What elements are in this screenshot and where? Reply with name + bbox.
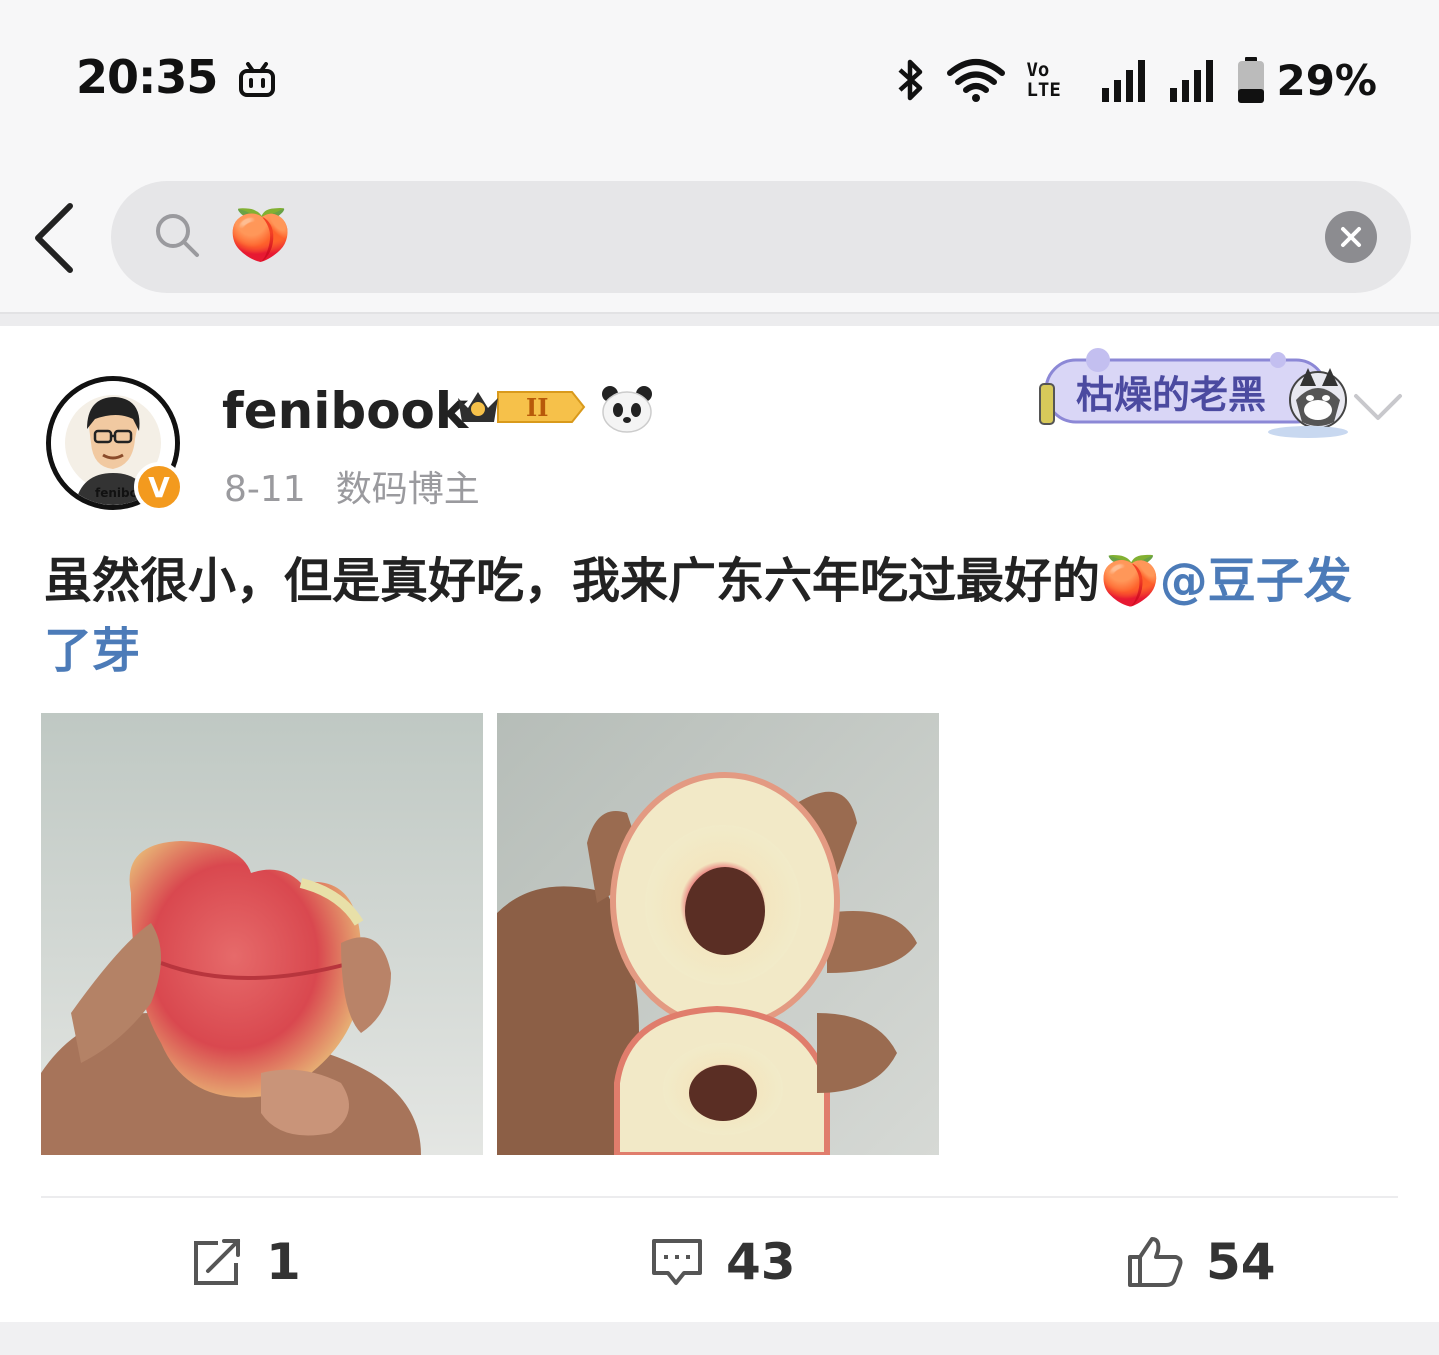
repost-count: 1 [266, 1233, 301, 1291]
back-button[interactable] [28, 200, 84, 276]
search-icon [153, 211, 201, 263]
sticker-badge[interactable]: 枯燥的老黑 [1038, 346, 1350, 442]
status-bar: 20:35 Vo LTE 29% [0, 0, 1439, 160]
battery-icon [1238, 57, 1265, 103]
username[interactable]: fenibook [222, 382, 468, 440]
search-header: 🍑 [0, 160, 1439, 312]
repost-icon [194, 1239, 240, 1285]
wifi-icon [947, 59, 1006, 102]
chevron-left-icon [35, 203, 73, 273]
comment-count: 43 [726, 1233, 796, 1291]
thumbs-up-icon [1128, 1237, 1183, 1287]
post-meta: 8-11 数码博主 [224, 460, 480, 512]
actions-divider [41, 1196, 1398, 1198]
status-icons: Vo LTE 29% [896, 52, 1377, 108]
close-icon [1341, 227, 1361, 247]
post-image-2[interactable] [497, 713, 939, 1155]
user-role: 数码博主 [335, 469, 480, 510]
level-badge-text: II [526, 393, 548, 422]
bluetooth-icon [898, 59, 923, 101]
comment-icon [652, 1239, 702, 1285]
sticker-label: 枯燥的老黑 [1076, 373, 1267, 417]
volte-label: Vo LTE [1026, 59, 1061, 101]
verified-badge: V [134, 462, 184, 512]
clear-search-button[interactable] [1325, 211, 1377, 263]
clock-time: 20:35 [76, 50, 218, 104]
search-query-text: 🍑 [229, 206, 292, 264]
repost-button[interactable]: 1 [190, 1230, 301, 1294]
like-count: 54 [1206, 1233, 1276, 1291]
search-input[interactable]: 🍑 [111, 181, 1411, 293]
post-card[interactable]: fenibook V fenibook II 8-11 数码博主 枯燥的老黑 虽… [0, 326, 1439, 1322]
post-image-1[interactable] [41, 713, 483, 1155]
comment-button[interactable]: 43 [650, 1230, 796, 1294]
signal-icon-2 [1170, 60, 1214, 102]
signal-icon-1 [1102, 60, 1146, 102]
membership-badge: II [454, 384, 588, 434]
battery-percentage: 29% [1276, 55, 1377, 105]
post-text: 虽然很小，但是真好吃，我来广东六年吃过最好的🍑@豆子发了芽 [44, 546, 1394, 686]
bottom-band [0, 1322, 1439, 1355]
post-body: 虽然很小，但是真好吃，我来广东六年吃过最好的🍑 [44, 553, 1160, 609]
post-date: 8-11 [224, 469, 306, 510]
like-button[interactable]: 54 [1126, 1230, 1276, 1294]
panda-icon [600, 384, 654, 438]
chevron-down-icon[interactable] [1352, 392, 1404, 426]
section-divider [0, 312, 1439, 326]
bilibili-icon [238, 62, 276, 102]
